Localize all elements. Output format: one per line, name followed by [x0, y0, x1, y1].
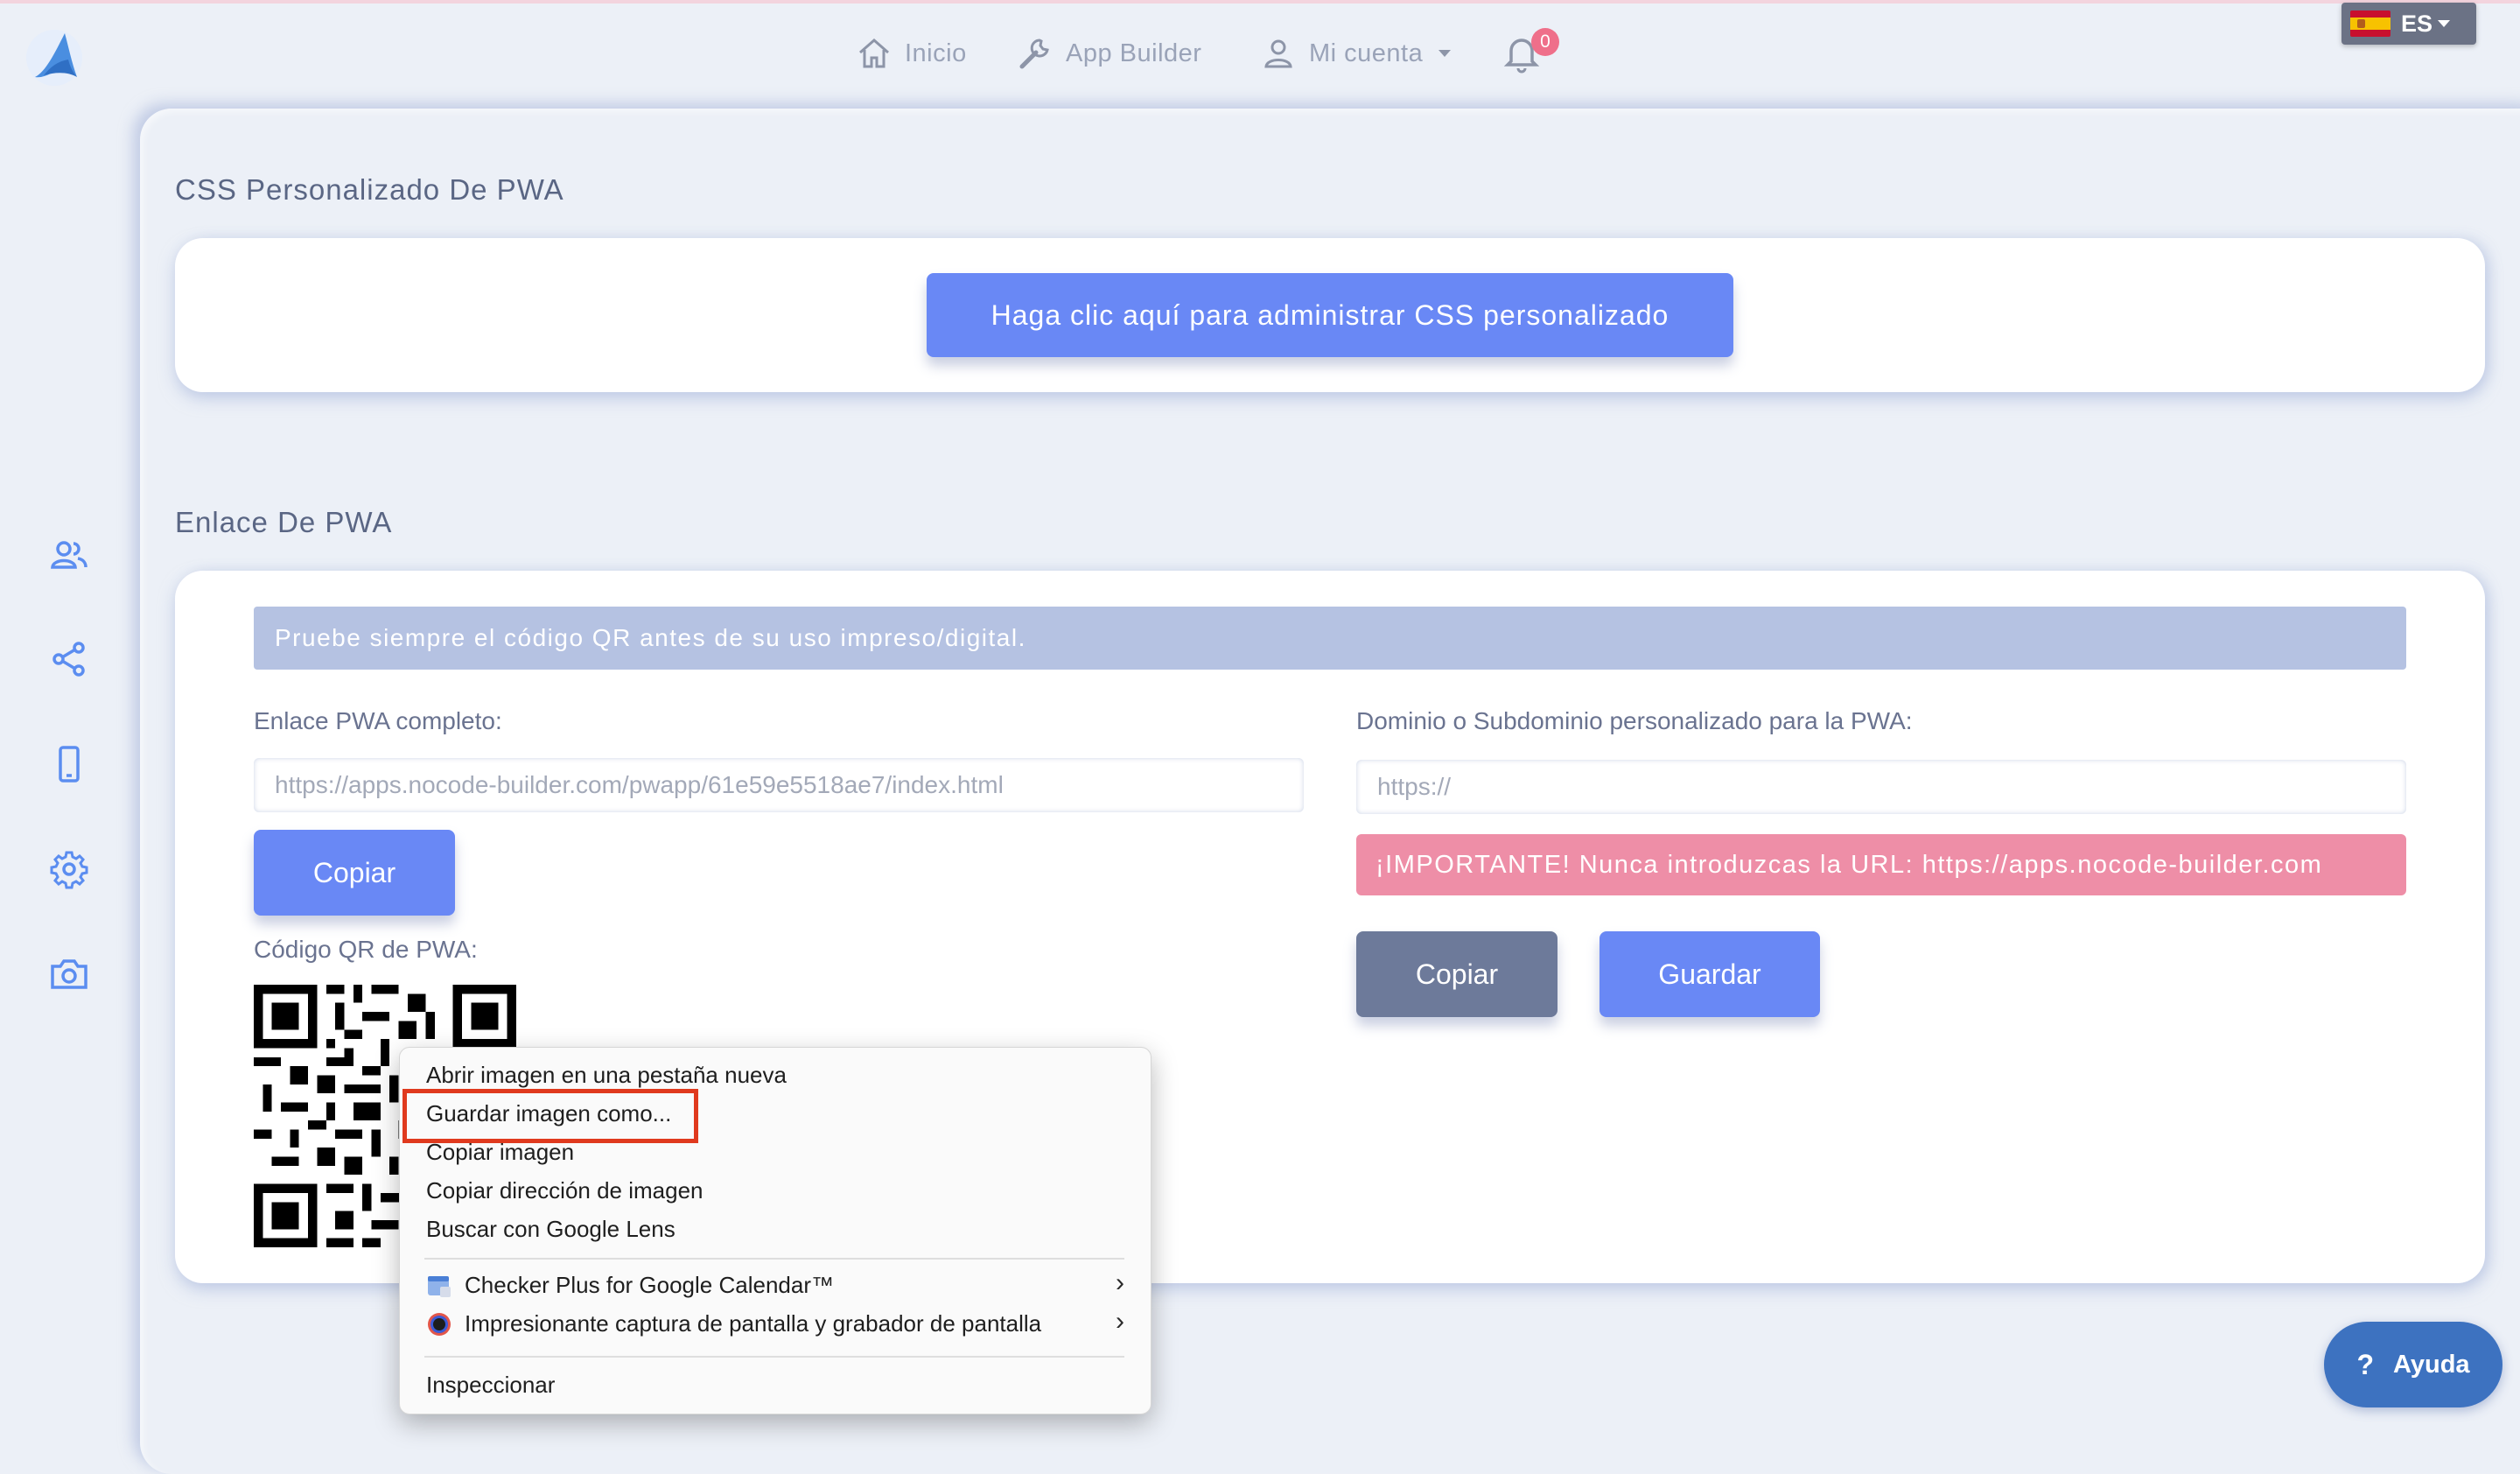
- ctx-checker-plus-label: Checker Plus for Google Calendar™: [465, 1272, 834, 1298]
- ctx-inspect[interactable]: Inspeccionar: [426, 1372, 555, 1399]
- ctx-screenshot-recorder-label: Impresionante captura de pantalla y grab…: [465, 1310, 1042, 1337]
- user-icon: [1264, 39, 1292, 68]
- ctx-screenshot-recorder[interactable]: Impresionante captura de pantalla y grab…: [426, 1310, 1041, 1337]
- calendar-extension-icon: [428, 1275, 451, 1297]
- help-button[interactable]: ? Ayuda: [2324, 1322, 2502, 1407]
- top-accent-line: [0, 0, 2520, 4]
- chevron-right-icon: ›: [1116, 1307, 1124, 1336]
- chevron-right-icon: ›: [1116, 1268, 1124, 1297]
- nav-app-builder[interactable]: App Builder: [1017, 32, 1201, 75]
- ctx-search-google-lens[interactable]: Buscar con Google Lens: [426, 1216, 676, 1243]
- copy-domain-button[interactable]: Copiar: [1356, 931, 1558, 1017]
- save-domain-button[interactable]: Guardar: [1600, 931, 1820, 1017]
- wrench-icon: [1019, 39, 1049, 69]
- ctx-separator: [424, 1258, 1124, 1260]
- full-link-label: Enlace PWA completo:: [254, 707, 502, 734]
- camera-icon[interactable]: [49, 954, 89, 994]
- nav-account[interactable]: Mi cuenta: [1260, 32, 1452, 75]
- home-icon: [859, 39, 889, 68]
- nav-home[interactable]: Inicio: [856, 32, 967, 75]
- spain-flag-icon: [2350, 11, 2390, 37]
- ctx-open-image-new-tab[interactable]: Abrir imagen en una pestaña nueva: [426, 1062, 787, 1089]
- important-warning: ¡IMPORTANTE! Nunca introduzcas la URL: h…: [1356, 834, 2406, 895]
- nav-home-label: Inicio: [905, 39, 967, 67]
- ctx-checker-plus[interactable]: Checker Plus for Google Calendar™: [426, 1272, 834, 1299]
- manage-css-button[interactable]: Haga clic aquí para administrar CSS pers…: [927, 273, 1733, 357]
- screen-recorder-icon: [428, 1312, 451, 1336]
- qr-notice-banner: Pruebe siempre el código QR antes de su …: [254, 607, 2406, 670]
- custom-domain-input[interactable]: https://: [1356, 760, 2406, 814]
- help-label: Ayuda: [2392, 1350, 2470, 1379]
- notification-badge: 0: [1531, 28, 1559, 56]
- gear-icon[interactable]: [49, 849, 89, 889]
- custom-domain-label: Dominio o Subdominio personalizado para …: [1356, 707, 1913, 734]
- users-icon[interactable]: [49, 536, 89, 576]
- highlight-box: [402, 1089, 698, 1143]
- qr-label: Código QR de PWA:: [254, 936, 478, 963]
- ctx-copy-image-address[interactable]: Copiar dirección de imagen: [426, 1177, 704, 1204]
- nav-account-label: Mi cuenta: [1309, 39, 1424, 67]
- question-icon: ?: [2356, 1348, 2374, 1380]
- ctx-separator: [424, 1356, 1124, 1358]
- nav-app-builder-label: App Builder: [1066, 39, 1202, 67]
- chevron-down-icon: [1438, 50, 1452, 57]
- top-nav: Inicio App Builder Mi cuenta: [0, 32, 2520, 75]
- pwa-section-title: Enlace De PWA: [175, 506, 393, 538]
- css-section-title: CSS Personalizado De PWA: [175, 173, 564, 206]
- language-selector[interactable]: ES: [2342, 3, 2476, 45]
- copy-link-button[interactable]: Copiar: [254, 830, 455, 916]
- mobile-icon[interactable]: [49, 744, 89, 784]
- chevron-down-icon: [2438, 20, 2451, 27]
- language-code: ES: [2401, 10, 2433, 37]
- full-link-field[interactable]: https://apps.nocode-builder.com/pwapp/61…: [254, 758, 1304, 812]
- share-icon[interactable]: [49, 639, 89, 679]
